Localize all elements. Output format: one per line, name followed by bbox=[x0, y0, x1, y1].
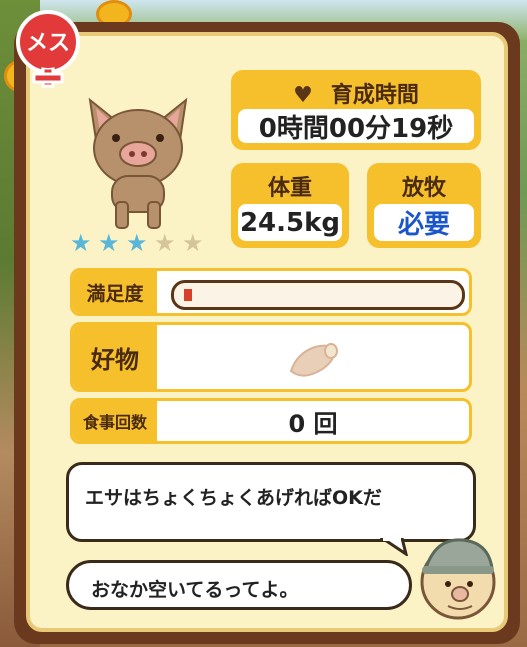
meal-count-row: 食事回数 0 回 bbox=[70, 398, 472, 444]
star-empty-icon: ★ bbox=[154, 229, 176, 257]
grazing-label: 放牧 bbox=[401, 176, 446, 201]
sweet-potato-icon bbox=[289, 343, 338, 377]
growth-time-label-row: ♥ 育成時間 bbox=[234, 77, 478, 109]
meal-count-value: 0 回 bbox=[288, 409, 338, 438]
female-gender-badge: メス bbox=[16, 10, 80, 88]
weight-label: 体重 bbox=[267, 176, 312, 201]
farmer-tip-text: エサはちょくちょくあげればOKだ bbox=[85, 487, 382, 509]
pig-status-bubble: おなか空いてるってよ。 bbox=[66, 560, 412, 610]
farmer-avatar bbox=[420, 538, 496, 620]
farmer-tip-bubble: エサはちょくちょくあげればOKだ bbox=[66, 462, 476, 542]
pig-status-text: おなか空いてるってよ。 bbox=[91, 579, 299, 601]
favorite-food-row: 好物 bbox=[70, 322, 472, 392]
star-filled-icon: ★ bbox=[126, 229, 148, 257]
satisfaction-label: 満足度 bbox=[73, 271, 157, 313]
star-filled-icon: ★ bbox=[98, 229, 120, 257]
meal-count-label: 食事回数 bbox=[73, 401, 157, 441]
satisfaction-gauge bbox=[171, 280, 465, 310]
weight-value: 24.5kg bbox=[238, 204, 342, 241]
satisfaction-row: 満足度 bbox=[70, 268, 472, 316]
pig-character[interactable] bbox=[78, 92, 198, 232]
grazing-box[interactable]: 放牧 必要 bbox=[367, 163, 481, 248]
tip-bubble-tail bbox=[380, 538, 409, 556]
growth-time-label: 育成時間 bbox=[330, 83, 419, 108]
growth-time-value: 0時間00分19秒 bbox=[238, 109, 474, 144]
favorite-food-label: 好物 bbox=[73, 325, 157, 389]
gender-badge-label: メス bbox=[26, 31, 70, 56]
star-empty-icon: ★ bbox=[182, 229, 204, 257]
star-filled-icon: ★ bbox=[70, 229, 92, 257]
heart-icon: ♥ bbox=[293, 83, 313, 108]
satisfaction-gauge-fill bbox=[184, 289, 193, 301]
grazing-value: 必要 bbox=[374, 204, 474, 241]
growth-time-box: ♥ 育成時間 0時間00分19秒 bbox=[231, 70, 481, 150]
weight-box: 体重 24.5kg bbox=[231, 163, 349, 248]
